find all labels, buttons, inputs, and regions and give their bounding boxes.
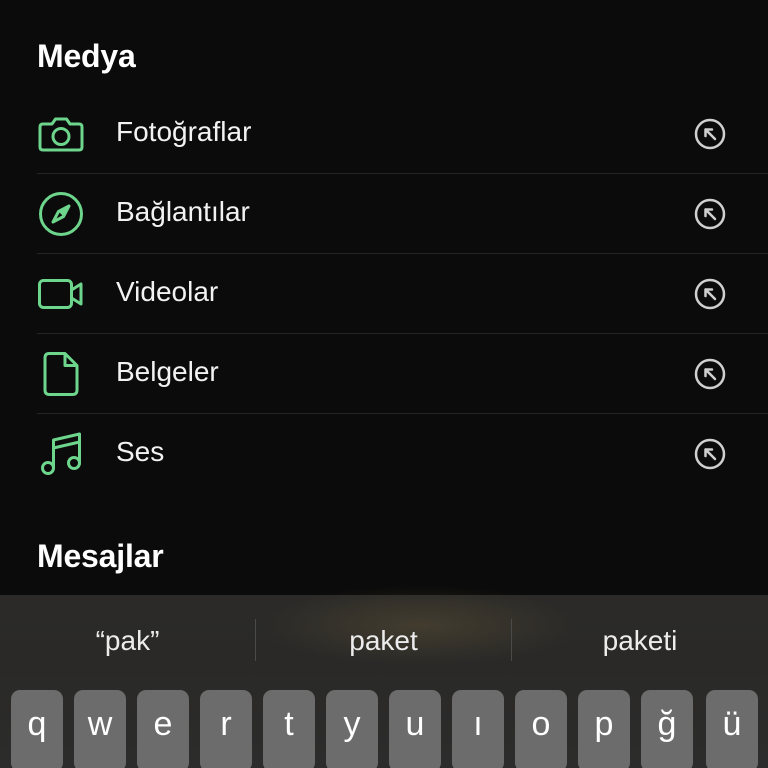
key-u[interactable]: u xyxy=(389,690,441,768)
media-item-label: Ses xyxy=(116,436,165,467)
key-g-breve[interactable]: ğ xyxy=(641,690,693,768)
media-item-links[interactable]: Bağlantılar xyxy=(37,174,768,254)
key-t[interactable]: t xyxy=(263,690,315,768)
key-q[interactable]: q xyxy=(11,690,63,768)
camera-icon xyxy=(37,110,85,158)
suggestion-1[interactable]: “pak” xyxy=(0,617,255,665)
media-item-videos[interactable]: Videolar xyxy=(37,254,768,334)
keyboard-top-row: q w e r t y u ı o p ğ ü xyxy=(0,690,768,768)
media-item-photos[interactable]: Fotoğraflar xyxy=(37,94,768,174)
key-w[interactable]: w xyxy=(74,690,126,768)
arrow-up-left-circle-icon[interactable] xyxy=(694,438,726,470)
section-title-messages: Mesajlar xyxy=(37,538,164,574)
video-camera-icon xyxy=(37,270,85,318)
compass-icon xyxy=(37,190,85,238)
media-item-label: Belgeler xyxy=(116,356,219,387)
music-note-icon xyxy=(37,430,85,478)
arrow-up-left-circle-icon[interactable] xyxy=(694,278,726,310)
key-y[interactable]: y xyxy=(326,690,378,768)
media-item-label: Bağlantılar xyxy=(116,196,250,227)
key-dotless-i[interactable]: ı xyxy=(452,690,504,768)
key-u-umlaut[interactable]: ü xyxy=(706,690,758,768)
suggestion-bar: “pak” paket paketi xyxy=(0,595,768,687)
media-item-documents[interactable]: Belgeler xyxy=(37,334,768,414)
suggestion-3[interactable]: paketi xyxy=(512,617,768,665)
arrow-up-left-circle-icon[interactable] xyxy=(694,198,726,230)
arrow-up-left-circle-icon[interactable] xyxy=(694,358,726,390)
arrow-up-left-circle-icon[interactable] xyxy=(694,118,726,150)
key-o[interactable]: o xyxy=(515,690,567,768)
key-p[interactable]: p xyxy=(578,690,630,768)
document-icon xyxy=(37,350,85,398)
keyboard: “pak” paket paketi q w e r t y u ı o p ğ… xyxy=(0,585,768,768)
media-item-label: Videolar xyxy=(116,276,219,307)
media-list: Fotoğraflar Bağlantılar Videolar Belgele… xyxy=(0,94,768,493)
media-item-label: Fotoğraflar xyxy=(116,116,252,147)
suggestion-2[interactable]: paket xyxy=(256,617,511,665)
key-r[interactable]: r xyxy=(200,690,252,768)
media-item-audio[interactable]: Ses xyxy=(37,414,768,493)
section-title-media: Medya xyxy=(37,38,136,74)
key-e[interactable]: e xyxy=(137,690,189,768)
share-media-screen: Medya Fotoğraflar Bağlantılar Videolar B… xyxy=(0,0,768,768)
